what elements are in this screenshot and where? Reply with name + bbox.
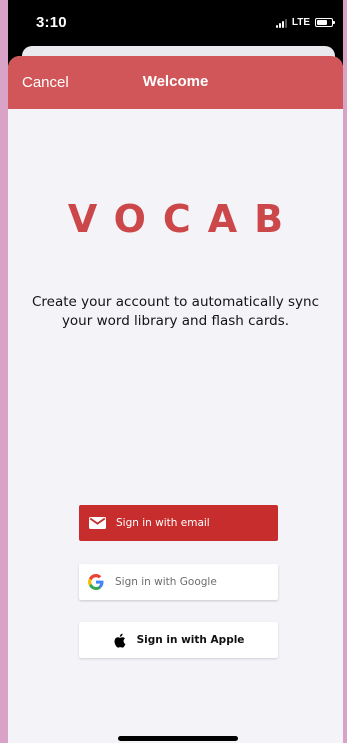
signal-icon	[275, 18, 287, 28]
sign-in-apple-label: Sign in with Apple	[136, 634, 245, 646]
network-label: LTE	[291, 17, 310, 28]
google-icon	[88, 574, 104, 590]
tagline: Create your account to automatically syn…	[31, 294, 320, 329]
sign-in-apple-button[interactable]: Sign in with Apple	[79, 622, 278, 658]
cancel-button[interactable]: Cancel	[22, 74, 69, 91]
sign-in-google-button[interactable]: Sign in with Google	[79, 564, 278, 600]
sign-in-email-label: Sign in with email	[116, 517, 210, 529]
home-indicator[interactable]	[118, 736, 238, 741]
status-indicators: LTE	[275, 17, 335, 28]
app-logo: VOCAB	[67, 197, 301, 241]
sign-in-google-label: Sign in with Google	[115, 576, 217, 588]
mail-icon	[89, 517, 106, 529]
apple-icon	[113, 633, 126, 648]
status-time: 3:10	[36, 14, 67, 31]
battery-icon	[315, 18, 335, 27]
status-bar: 3:10 LTE	[8, 0, 343, 44]
navigation-bar: Cancel Welcome	[8, 56, 343, 109]
sign-in-email-button[interactable]: Sign in with email	[79, 505, 278, 541]
welcome-sheet: Cancel Welcome VOCAB Create your account…	[8, 56, 343, 743]
